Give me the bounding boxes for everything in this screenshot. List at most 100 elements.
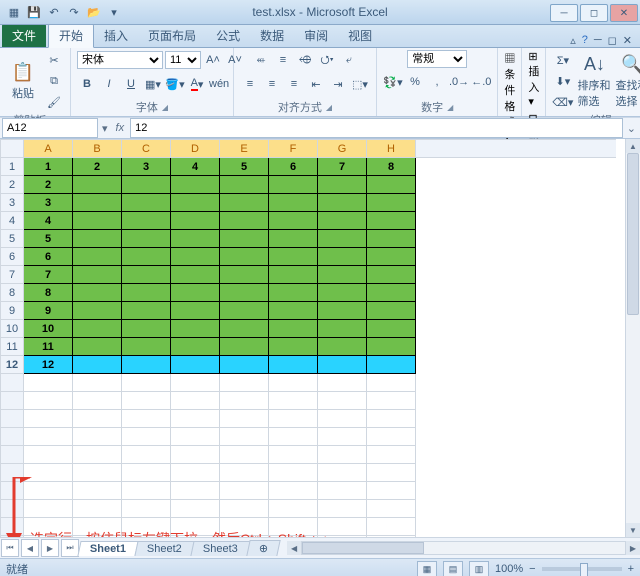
- cell[interactable]: [318, 266, 367, 284]
- cell-blank[interactable]: [416, 374, 617, 392]
- font-size-select[interactable]: 11: [165, 51, 201, 69]
- dialog-launcher-icon[interactable]: ◢: [162, 103, 168, 112]
- cell[interactable]: [220, 320, 269, 338]
- minimize-ribbon-icon[interactable]: ▵: [570, 34, 576, 47]
- align-center-icon[interactable]: ≡: [262, 74, 282, 94]
- cell[interactable]: [122, 212, 171, 230]
- cell-blank[interactable]: [416, 248, 617, 266]
- cell[interactable]: 4: [24, 212, 73, 230]
- cell-blank[interactable]: [416, 230, 617, 248]
- cell[interactable]: [367, 356, 416, 374]
- cell-blank[interactable]: [416, 518, 617, 536]
- row-header[interactable]: [1, 410, 24, 428]
- row-header[interactable]: [1, 536, 24, 538]
- cell[interactable]: [171, 356, 220, 374]
- cell[interactable]: [24, 446, 73, 464]
- fill-icon[interactable]: ⬇▾: [552, 71, 573, 91]
- cell[interactable]: [122, 302, 171, 320]
- row-header[interactable]: [1, 518, 24, 536]
- indent-dec-icon[interactable]: ⇤: [306, 74, 326, 94]
- comma-icon[interactable]: ,: [427, 72, 447, 92]
- cell[interactable]: [367, 212, 416, 230]
- cell[interactable]: [318, 356, 367, 374]
- col-header[interactable]: A: [24, 140, 73, 158]
- dialog-launcher-icon[interactable]: ◢: [326, 103, 332, 112]
- sheet-tab-1[interactable]: Sheet1: [77, 541, 138, 556]
- orientation-icon[interactable]: ⭯▾: [317, 50, 337, 70]
- tab-review[interactable]: 审阅: [294, 24, 338, 47]
- row-header[interactable]: [1, 500, 24, 518]
- cell-blank[interactable]: [416, 302, 617, 320]
- sheet-tab-2[interactable]: Sheet2: [134, 541, 194, 556]
- row-header[interactable]: [1, 392, 24, 410]
- fill-color-button[interactable]: 🪣▾: [165, 74, 185, 94]
- cell[interactable]: [73, 482, 122, 500]
- zoom-level[interactable]: 100%: [495, 563, 523, 575]
- cell[interactable]: [122, 446, 171, 464]
- cell[interactable]: [220, 176, 269, 194]
- cell[interactable]: [269, 284, 318, 302]
- cell[interactable]: 1: [24, 158, 73, 176]
- wrap-text-icon[interactable]: ⤶: [339, 50, 359, 70]
- cell[interactable]: 2: [24, 176, 73, 194]
- zoom-slider[interactable]: [542, 567, 622, 571]
- tab-view[interactable]: 视图: [338, 24, 382, 47]
- cell-blank[interactable]: [416, 320, 617, 338]
- cell[interactable]: 7: [24, 266, 73, 284]
- vertical-scrollbar[interactable]: ▲ ▼: [625, 139, 640, 537]
- cell-blank[interactable]: [416, 356, 617, 374]
- cell[interactable]: [367, 518, 416, 536]
- cell[interactable]: [318, 410, 367, 428]
- col-header-blank[interactable]: [416, 140, 617, 158]
- cell-blank[interactable]: [416, 266, 617, 284]
- format-painter-icon[interactable]: 🖌: [44, 92, 64, 112]
- cell[interactable]: [269, 446, 318, 464]
- scroll-left-icon[interactable]: ◀: [287, 541, 301, 555]
- cell[interactable]: [367, 410, 416, 428]
- scroll-down-icon[interactable]: ▼: [626, 523, 640, 537]
- align-top-icon[interactable]: ⬴: [251, 50, 271, 70]
- sheet-nav-first-icon[interactable]: ⏮: [1, 539, 19, 557]
- row-header[interactable]: 1: [1, 158, 24, 176]
- name-box[interactable]: A12: [2, 118, 98, 138]
- view-pagebreak-icon[interactable]: ▥: [469, 561, 489, 576]
- cell[interactable]: [220, 410, 269, 428]
- cell[interactable]: [269, 482, 318, 500]
- cell[interactable]: [24, 374, 73, 392]
- cell[interactable]: [318, 338, 367, 356]
- cell[interactable]: [73, 356, 122, 374]
- col-header[interactable]: G: [318, 140, 367, 158]
- cell[interactable]: [318, 302, 367, 320]
- cell[interactable]: [73, 194, 122, 212]
- cell[interactable]: [73, 176, 122, 194]
- minimize-button[interactable]: ─: [550, 4, 578, 22]
- zoom-in-button[interactable]: +: [628, 563, 634, 575]
- cell[interactable]: [73, 392, 122, 410]
- phonetic-icon[interactable]: wén: [209, 74, 229, 94]
- align-bottom-icon[interactable]: ⬲: [295, 50, 315, 70]
- cell[interactable]: [269, 266, 318, 284]
- cell[interactable]: [122, 284, 171, 302]
- row-header[interactable]: 5: [1, 230, 24, 248]
- cell[interactable]: [318, 248, 367, 266]
- cell-blank[interactable]: [416, 464, 617, 482]
- cell[interactable]: [122, 176, 171, 194]
- cell[interactable]: [171, 194, 220, 212]
- cell[interactable]: 4: [171, 158, 220, 176]
- scroll-thumb[interactable]: [627, 153, 639, 315]
- cell[interactable]: [318, 176, 367, 194]
- cell[interactable]: 5: [24, 230, 73, 248]
- cell[interactable]: [367, 482, 416, 500]
- align-right-icon[interactable]: ≡: [284, 74, 304, 94]
- col-header[interactable]: H: [367, 140, 416, 158]
- cell[interactable]: [220, 212, 269, 230]
- cell[interactable]: [122, 320, 171, 338]
- cell[interactable]: [318, 500, 367, 518]
- cell[interactable]: [73, 410, 122, 428]
- row-header[interactable]: 11: [1, 338, 24, 356]
- cell[interactable]: [73, 464, 122, 482]
- copy-icon[interactable]: ⧉: [44, 71, 64, 91]
- horizontal-scrollbar[interactable]: ◀ ▶: [287, 541, 640, 555]
- cell[interactable]: [367, 230, 416, 248]
- cell[interactable]: [318, 284, 367, 302]
